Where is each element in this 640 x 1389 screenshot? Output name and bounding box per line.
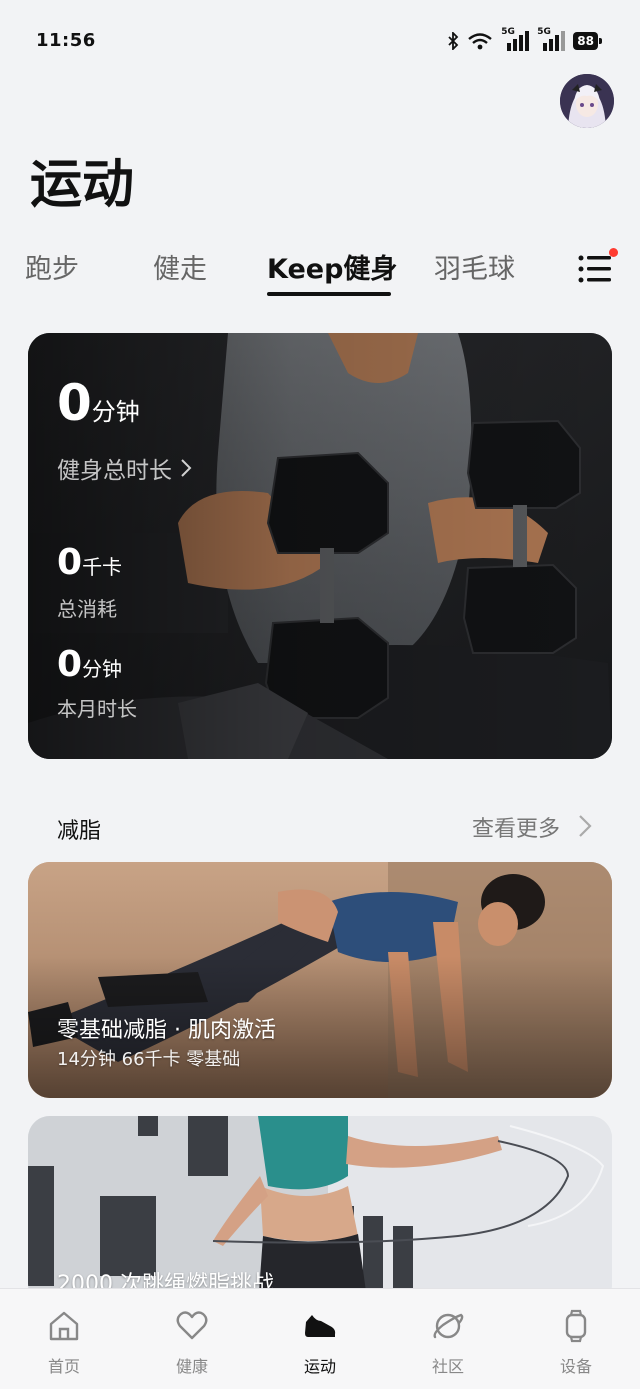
tab-badminton[interactable]: 羽毛球 — [434, 250, 515, 290]
nav-item-community[interactable]: 社区 — [384, 1289, 512, 1389]
wifi-icon — [468, 33, 493, 50]
total-duration: 0分钟 — [57, 375, 140, 431]
notification-dot — [609, 248, 618, 257]
nav-item-device[interactable]: 设备 — [512, 1289, 640, 1389]
calories-label: 总消耗 — [57, 597, 117, 621]
heart-icon — [176, 1311, 208, 1340]
planet-icon — [433, 1313, 464, 1339]
avatar[interactable] — [560, 74, 614, 128]
nav-label-device: 设备 — [559, 1357, 592, 1376]
home-icon — [49, 1311, 79, 1341]
status-time: 11:56 — [36, 30, 96, 51]
fat-loss-section-header: 减脂 查看更多 — [0, 805, 640, 849]
tab-running[interactable]: 跑步 — [25, 250, 79, 290]
total-duration-link[interactable]: 健身总时长 — [57, 451, 192, 485]
tab-keep-fitness[interactable]: Keep健身 — [267, 250, 397, 290]
signal-5g-1: 5G — [501, 27, 530, 51]
list-menu-icon — [578, 255, 611, 283]
nav-label-home: 首页 — [47, 1357, 80, 1376]
course-title: 零基础减脂 · 肌肉激活 — [57, 1018, 276, 1043]
nav-label-community: 社区 — [431, 1357, 464, 1376]
course-card[interactable]: 2000 次跳绳燃脂挑战 — [28, 1116, 612, 1306]
tab-walking[interactable]: 健走 — [153, 250, 207, 290]
calories-stat: 0千卡 — [57, 543, 122, 583]
fitness-summary-card[interactable]: 0分钟 健身总时长 0千卡 总消耗 0分钟 本月时长 — [28, 333, 612, 759]
shoe-icon — [305, 1315, 336, 1337]
page-title: 运动 — [30, 155, 135, 215]
see-more-link[interactable]: 查看更多 — [472, 811, 560, 843]
month-duration-stat: 0分钟 — [57, 645, 122, 685]
bluetooth-icon — [448, 32, 459, 50]
chevron-right-icon[interactable] — [574, 811, 596, 841]
nav-label-health: 健康 — [175, 1357, 208, 1376]
month-duration-value: 0 — [57, 644, 83, 685]
month-duration-unit: 分钟 — [82, 657, 123, 681]
nav-item-sport[interactable]: 运动 — [256, 1289, 384, 1389]
course-meta: 14分钟 66千卡 零基础 — [57, 1049, 241, 1070]
nav-item-health[interactable]: 健康 — [128, 1289, 256, 1389]
section-title: 减脂 — [57, 819, 102, 844]
calories-value: 0 — [57, 542, 83, 583]
signal-icon — [507, 31, 530, 51]
tab-menu-button[interactable] — [578, 248, 618, 284]
total-duration-value: 0 — [57, 374, 92, 432]
chevron-right-icon — [181, 459, 192, 477]
total-duration-label: 健身总时长 — [57, 458, 172, 484]
status-icons: 5G 5G 88 — [447, 27, 602, 52]
total-duration-unit: 分钟 — [91, 398, 140, 426]
calories-unit: 千卡 — [82, 555, 123, 579]
status-bar: 11:56 5G 5G 88 — [0, 0, 640, 80]
sport-tabs: 跑步 健走 Keep健身 羽毛球 — [0, 250, 640, 300]
nav-item-home[interactable]: 首页 — [0, 1289, 128, 1389]
signal-5g-2: 5G — [537, 27, 566, 51]
watch-icon — [565, 1309, 587, 1343]
month-duration-label: 本月时长 — [57, 697, 137, 721]
signal-icon — [543, 31, 566, 51]
battery-indicator: 88 — [573, 32, 602, 50]
course-card[interactable]: 零基础减脂 · 肌肉激活 14分钟 66千卡 零基础 — [28, 862, 612, 1098]
bottom-nav: 首页 健康 运动 社区 设备 — [0, 1288, 640, 1389]
active-tab-indicator — [267, 292, 391, 296]
nav-label-sport: 运动 — [303, 1357, 336, 1376]
avatar-illustration — [560, 74, 614, 128]
